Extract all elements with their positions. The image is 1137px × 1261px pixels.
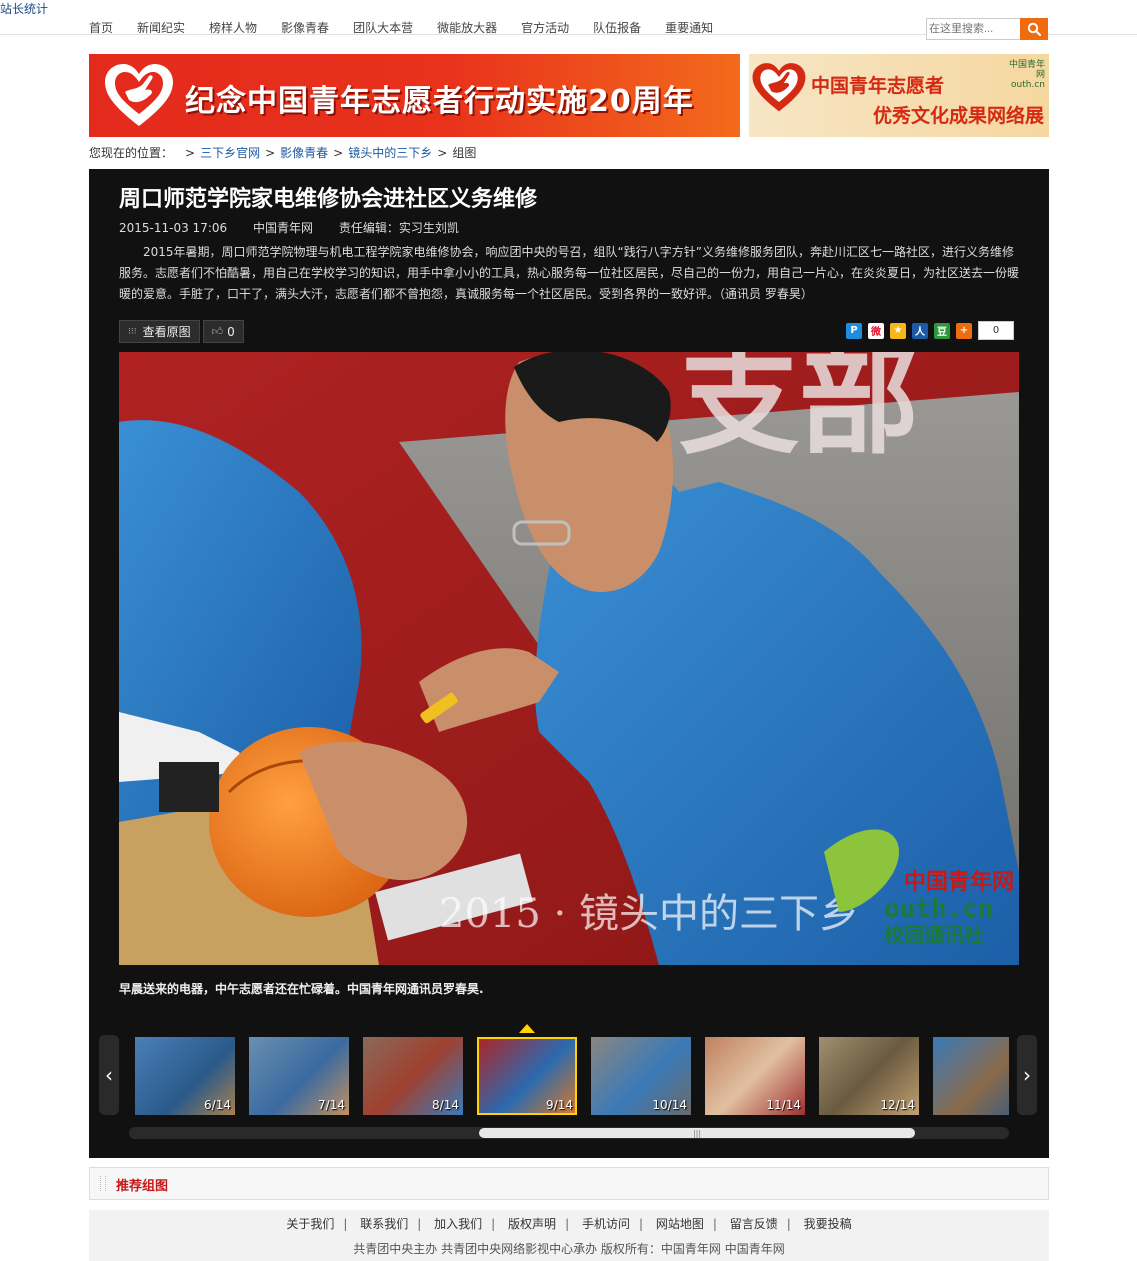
photo-caption: 早晨送来的电器，中午志愿者还在忙碌着。中国青年网通讯员罗春昊. [119, 982, 484, 996]
nav-images[interactable]: 影像青春 [281, 19, 329, 36]
thumb-index: 7/14 [318, 1098, 345, 1112]
nav-home[interactable]: 首页 [89, 19, 113, 36]
thumb-index: 12/14 [880, 1098, 915, 1112]
qzone-icon[interactable]: ★ [890, 322, 906, 339]
footer-copyright-notice[interactable]: 版权声明 [508, 1217, 556, 1231]
nav-role-models[interactable]: 榜样人物 [209, 19, 257, 36]
thumb-index: 11/14 [766, 1098, 801, 1112]
scrollbar-thumb[interactable]: ||| [479, 1128, 915, 1138]
section-grip-icon [100, 1176, 106, 1191]
share-bar: P 微 ★ 人 豆 + 0 [846, 321, 1014, 340]
douban-icon[interactable]: 豆 [934, 322, 950, 339]
search-input[interactable] [926, 18, 1024, 40]
article-panel: 周口师范学院家电维修协会进社区义务维修 2015-11-03 17:06 中国青… [89, 169, 1049, 1158]
chevron-right-icon: › [1023, 1063, 1031, 1087]
article-title: 周口师范学院家电维修协会进社区义务维修 [119, 187, 538, 212]
thumbnail-9-active[interactable]: 9/14 [477, 1037, 577, 1115]
watermark-logo-domain: outh.cn [884, 894, 994, 924]
footer-sitemap[interactable]: 网站地图 [656, 1217, 704, 1231]
thumb-index: 9/14 [546, 1098, 573, 1112]
footer-feedback[interactable]: 留言反馈 [730, 1217, 778, 1231]
thumb-index: 6/14 [204, 1098, 231, 1112]
like-button[interactable]: 👍︎ 0 [202, 320, 244, 343]
main-nav: 首页 新闻纪实 榜样人物 影像青春 团队大本营 微能放大器 官方活动 队伍报备 … [89, 19, 737, 36]
publish-date: 2015-11-03 17:06 [119, 221, 228, 235]
breadcrumb-item[interactable]: 镜头中的三下乡 [348, 146, 432, 160]
banner-side-line1: 中国青年志愿者 [811, 75, 945, 97]
thumbnail-strip: ‹ 6/14 7/14 8/14 9/14 10/14 11/14 12/14 … [99, 1024, 1039, 1118]
like-count: 0 [227, 324, 235, 339]
search-icon [1027, 22, 1041, 36]
thumbnail-11[interactable]: 11/14 [705, 1037, 805, 1115]
main-photo[interactable]: 支部 2015 · 镜头中的三下乡 中国青年网 outh.cn 校园通讯社 [119, 352, 1019, 965]
nav-news[interactable]: 新闻纪实 [137, 19, 185, 36]
thumbnail-6[interactable]: 6/14 [135, 1037, 235, 1115]
share-count: 0 [978, 321, 1014, 340]
footer-links: 关于我们 | 联系我们 | 加入我们 | 版权声明 | 手机访问 | 网站地图 | 留言反馈… [286, 1217, 852, 1231]
breadcrumb-current: 组图 [452, 146, 477, 160]
weibo-icon[interactable]: 微 [868, 322, 884, 339]
nav-notices[interactable]: 重要通知 [665, 19, 713, 36]
footer-join[interactable]: 加入我们 [434, 1217, 482, 1231]
youth-net-logo: 中国青年网 outh.cn [1008, 60, 1045, 90]
view-original-label: 查看原图 [142, 325, 191, 339]
thumbnail-7[interactable]: 7/14 [249, 1037, 349, 1115]
grid-icon: ⁝⁝⁝ [128, 326, 137, 337]
footer-copyright: 共青团中央主办 共青团中央网络影视中心承办 版权所有：中国青年网 中国青年网 [353, 1242, 785, 1256]
nav-teams[interactable]: 团队大本营 [353, 19, 413, 36]
search-box [926, 18, 1048, 40]
footer-submit[interactable]: 我要投稿 [804, 1217, 852, 1231]
renren-icon[interactable]: 人 [912, 322, 928, 339]
footer-contact[interactable]: 联系我们 [360, 1217, 408, 1231]
thumbnail-12[interactable]: 12/14 [819, 1037, 919, 1115]
thumbnail-13[interactable]: 13 [933, 1037, 1009, 1115]
watermark-logo-cn: 中国青年网 [904, 869, 1014, 895]
footer-about[interactable]: 关于我们 [286, 1217, 334, 1231]
recommended-section: 推荐组图 [89, 1167, 1049, 1200]
banner-side-line2: 优秀文化成果网络展 [873, 105, 1045, 127]
footer: 关于我们 | 联系我们 | 加入我们 | 版权声明 | 手机访问 | 网站地图 | 留言反馈… [89, 1210, 1049, 1261]
photo-toolbar: ⁝⁝⁝ 查看原图 👍︎ 0 [119, 320, 247, 343]
breadcrumb: 您现在的位置： > 三下乡官网 > 影像青春 > 镜头中的三下乡 > 组图 [89, 146, 477, 160]
footer-mobile[interactable]: 手机访问 [582, 1217, 630, 1231]
volunteer-repair-photo: 支部 2015 · 镜头中的三下乡 中国青年网 outh.cn 校园通讯社 [119, 352, 1019, 965]
svg-text:支部: 支部 [679, 352, 919, 471]
thumb-index: 10/14 [652, 1098, 687, 1112]
banner-title: 纪念中国青年志愿者行动实施20周年 [185, 84, 694, 119]
search-button[interactable] [1020, 18, 1048, 40]
more-share-icon[interactable]: + [956, 322, 972, 339]
active-thumb-pointer [519, 1024, 535, 1033]
prev-arrow[interactable]: ‹ [99, 1035, 119, 1115]
recommended-title: 推荐组图 [116, 1179, 169, 1194]
nav-events[interactable]: 官方活动 [521, 19, 569, 36]
photo-watermark-text: 2015 · 镜头中的三下乡 [439, 891, 859, 937]
nav-amplifier[interactable]: 微能放大器 [437, 19, 497, 36]
nav-registration[interactable]: 队伍报备 [593, 19, 641, 36]
article-meta: 2015-11-03 17:06 中国青年网 责任编辑：实习生刘凯 [119, 219, 481, 236]
cultural-exhibition-banner[interactable]: 中国青年志愿者 优秀文化成果网络展 中国青年网 outh.cn [749, 54, 1049, 137]
chevron-left-icon: ‹ [105, 1063, 113, 1087]
pengyou-icon[interactable]: P [846, 322, 862, 339]
thumbnail-list: 6/14 7/14 8/14 9/14 10/14 11/14 12/14 13 [135, 1037, 1009, 1117]
thumbnail-scrollbar[interactable]: ||| [129, 1127, 1009, 1139]
article-body: 2015年暑期，周口师范学院物理与机电工程学院家电维修协会，响应团中央的号召，组… [119, 245, 1020, 301]
article-editor: 责任编辑：实习生刘凯 [338, 221, 459, 235]
breadcrumb-item[interactable]: 影像青春 [280, 146, 328, 160]
article-source: 中国青年网 [252, 221, 313, 235]
anniversary-banner[interactable]: 纪念中国青年志愿者行动实施20周年 [89, 54, 740, 137]
watermark-logo-campus: 校园通讯社 [884, 923, 984, 947]
view-original-button[interactable]: ⁝⁝⁝ 查看原图 [119, 320, 200, 343]
thumbs-up-icon: 👍︎ [211, 325, 224, 338]
thumbnail-8[interactable]: 8/14 [363, 1037, 463, 1115]
volunteer-heart-logo [105, 64, 173, 126]
breadcrumb-item[interactable]: 三下乡官网 [200, 146, 260, 160]
site-stats-link[interactable]: 站长统计 [0, 0, 48, 17]
volunteer-heart-logo [752, 63, 806, 112]
thumb-index: 8/14 [432, 1098, 459, 1112]
thumbnail-10[interactable]: 10/14 [591, 1037, 691, 1115]
next-arrow[interactable]: › [1017, 1035, 1037, 1115]
breadcrumb-label: 您现在的位置： [89, 146, 174, 160]
